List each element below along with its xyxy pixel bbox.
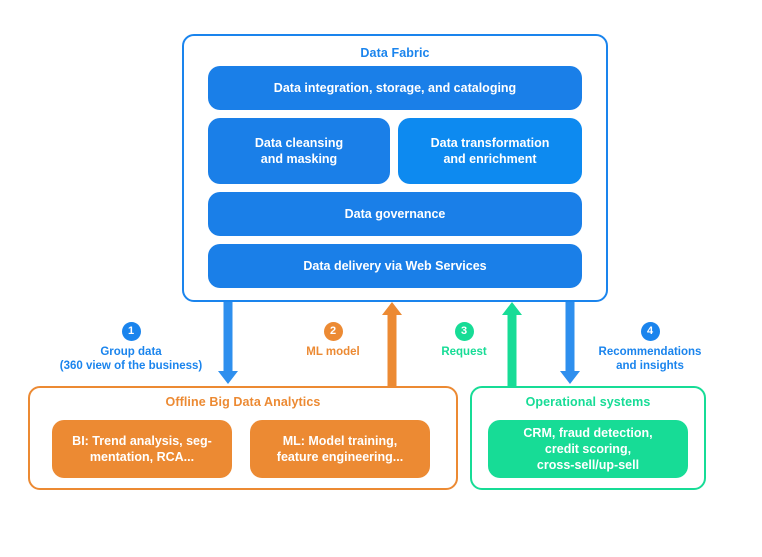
step-2: 2 ML model bbox=[278, 322, 388, 359]
data-fabric-title: Data Fabric bbox=[360, 46, 430, 60]
step-2-badge: 2 bbox=[323, 322, 343, 341]
arrow-shaft bbox=[565, 302, 575, 372]
data-fabric-block-delivery[interactable]: Data delivery via Web Services bbox=[208, 244, 582, 288]
offline-analytics-title: Offline Big Data Analytics bbox=[165, 395, 321, 409]
step-4-badge: 4 bbox=[640, 322, 660, 341]
arrow-head bbox=[502, 302, 522, 315]
operational-systems-title: Operational systems bbox=[525, 395, 651, 409]
step-3-badge: 3 bbox=[454, 322, 474, 341]
data-fabric-block-transformation[interactable]: Data transformation and enrichment bbox=[398, 118, 582, 184]
diagram-canvas: Data Fabric Data integration, storage, a… bbox=[0, 0, 762, 557]
operational-systems-block-crm[interactable]: CRM, fraud detection, credit scoring, cr… bbox=[488, 420, 688, 478]
step-3: 3 Request bbox=[425, 322, 503, 359]
step-2-caption: ML model bbox=[306, 346, 360, 358]
offline-analytics-block-ml[interactable]: ML: Model training, feature engineering.… bbox=[250, 420, 430, 478]
step-4: 4 Recommendations and insights bbox=[580, 322, 720, 373]
step-1-caption: Group data (360 view of the business) bbox=[59, 346, 203, 372]
offline-analytics-block-bi[interactable]: BI: Trend analysis, seg- mentation, RCA.… bbox=[52, 420, 232, 478]
arrow-head bbox=[560, 371, 580, 384]
flow-arrow-4-recommendations bbox=[560, 302, 580, 384]
arrow-head bbox=[382, 302, 402, 315]
step-1: 1 Group data (360 view of the business) bbox=[36, 322, 226, 373]
data-fabric-block-governance[interactable]: Data governance bbox=[208, 192, 582, 236]
data-fabric-block-cleansing[interactable]: Data cleansing and masking bbox=[208, 118, 390, 184]
step-4-caption: Recommendations and insights bbox=[598, 346, 702, 372]
data-fabric-block-integration[interactable]: Data integration, storage, and catalogin… bbox=[208, 66, 582, 110]
step-3-caption: Request bbox=[441, 346, 487, 358]
step-1-badge: 1 bbox=[121, 322, 141, 341]
